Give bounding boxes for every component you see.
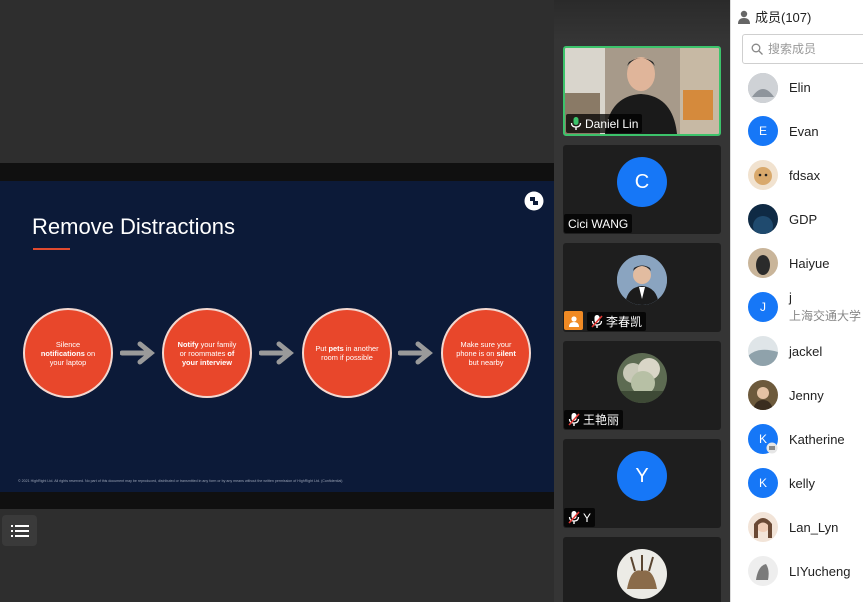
member-item-haiyue[interactable]: Haiyue [748, 248, 863, 278]
avatar [617, 255, 667, 305]
member-item-gdp[interactable]: GDP [748, 204, 863, 234]
member-search-input[interactable] [768, 42, 858, 56]
avatar: C [617, 157, 667, 207]
microphone-muted-icon [591, 315, 603, 328]
tile-name-label: Daniel Lin [566, 114, 643, 133]
video-tile-wang-yanli[interactable]: 王艳丽 [563, 341, 721, 430]
member-item-elin[interactable]: Elin [748, 73, 863, 103]
microphone-muted-icon [568, 413, 580, 426]
search-icon [751, 43, 763, 55]
step-circle-3: Put pets in another room if possible [302, 308, 392, 398]
person-icon [738, 10, 750, 24]
member-item-jenny[interactable]: Jenny [748, 380, 863, 410]
member-item-j[interactable]: J j 上海交通大学 [748, 290, 863, 323]
video-tile-cici-wang[interactable]: C Cici WANG [563, 145, 721, 234]
company-logo-icon [524, 191, 544, 211]
list-icon [10, 524, 29, 537]
members-header: 成员(107) [737, 7, 811, 26]
member-item-fdsax[interactable]: fdsax [748, 160, 863, 190]
avatar: E [748, 116, 778, 146]
meeting-window: Remove Distractions Silence notification… [0, 0, 863, 602]
avatar [617, 353, 667, 403]
title-underline [33, 248, 70, 250]
avatar [748, 160, 778, 190]
tile-name-label: Cici WANG [564, 214, 633, 233]
member-search-box[interactable] [742, 34, 863, 64]
screen-bottom-band [0, 492, 554, 509]
step-circle-4: Make sure your phone is on silent but ne… [441, 308, 531, 398]
video-tile-li-chunkai[interactable]: 李春凯 [563, 243, 721, 332]
slide-footer: © 2021 HighRight Ltd. All rights reserve… [18, 479, 343, 483]
tile-name-label: 李春凯 [587, 312, 647, 331]
step-circle-2: Notify your family or roommates of your … [162, 308, 252, 398]
list-menu-button[interactable] [2, 515, 37, 546]
avatar [748, 512, 778, 542]
avatar [748, 556, 778, 586]
device-badge-icon [766, 442, 778, 454]
member-item-kelly[interactable]: K kelly [748, 468, 863, 498]
avatar: J [748, 292, 778, 322]
avatar [748, 204, 778, 234]
avatar [748, 380, 778, 410]
microphone-on-icon [570, 117, 582, 130]
avatar: K [748, 468, 778, 498]
presentation-slide: Remove Distractions Silence notification… [0, 181, 554, 492]
member-item-lan-lyn[interactable]: Lan_Lyn [748, 512, 863, 542]
shared-screen-area: Remove Distractions Silence notification… [0, 0, 554, 602]
members-panel: 成员(107) Elin E Evan fdsax [730, 0, 863, 602]
arrow-right-icon [259, 341, 294, 365]
user-icon [564, 311, 583, 330]
tile-name-label: Y [564, 508, 596, 527]
tile-name-label: 王艳丽 [564, 410, 624, 429]
avatar: Y [617, 451, 667, 501]
avatar [748, 73, 778, 103]
screen-top-band [0, 163, 554, 181]
arrow-right-icon [398, 341, 433, 365]
avatar [748, 248, 778, 278]
member-item-liyucheng[interactable]: LIYucheng [748, 556, 863, 586]
avatar [748, 336, 778, 366]
avatar [617, 549, 667, 599]
microphone-muted-icon [568, 511, 580, 524]
video-tile-partial[interactable] [563, 537, 721, 602]
video-tile-daniel-lin[interactable]: Daniel Lin [563, 46, 721, 136]
video-gallery: Daniel Lin C Cici WANG 李春凯 王艳丽 Y Y [554, 0, 730, 602]
member-item-evan[interactable]: E Evan [748, 116, 863, 146]
step-circle-1: Silence notifications on your laptop [23, 308, 113, 398]
member-item-jackel[interactable]: jackel [748, 336, 863, 366]
video-tile-y[interactable]: Y Y [563, 439, 721, 528]
member-item-katherine[interactable]: K Katherine [748, 424, 863, 454]
arrow-right-icon [120, 341, 155, 365]
slide-title: Remove Distractions [32, 214, 235, 239]
